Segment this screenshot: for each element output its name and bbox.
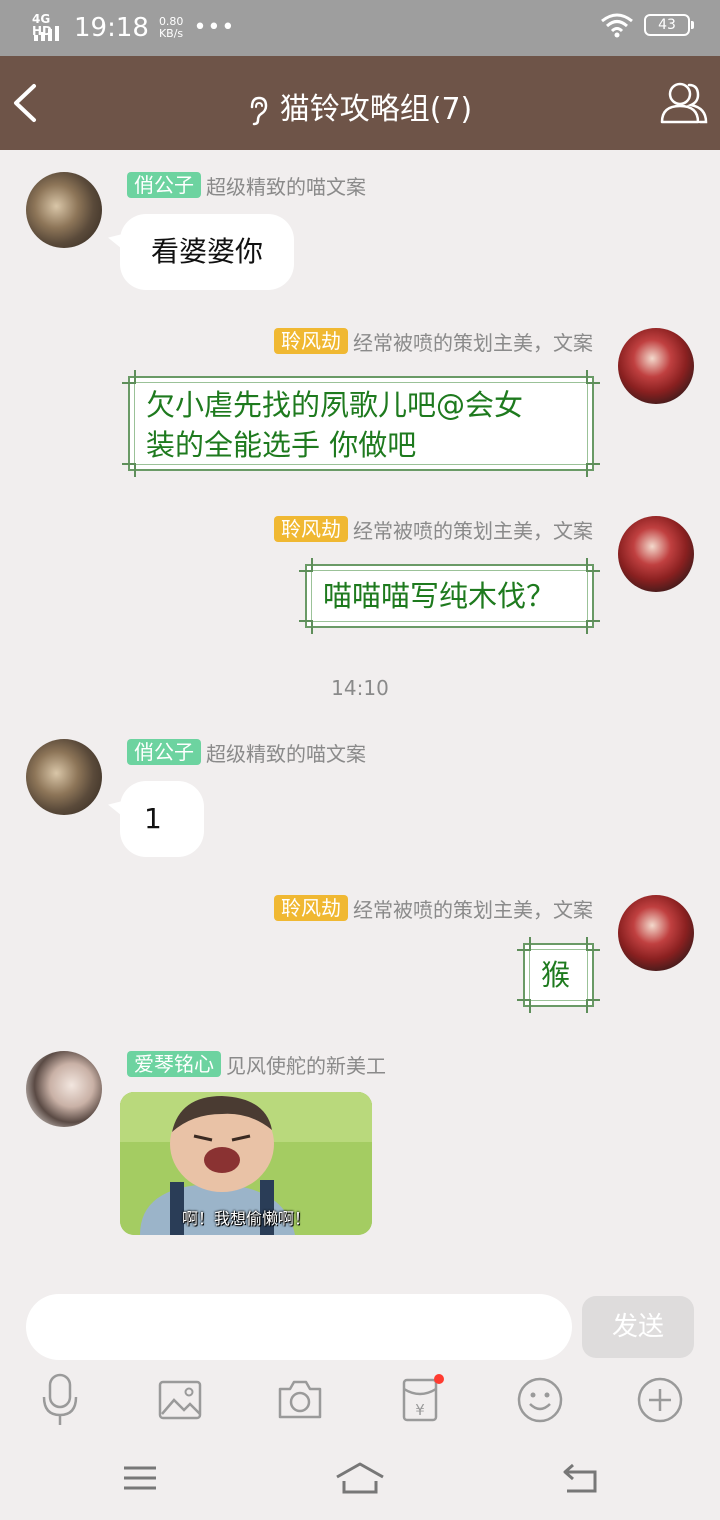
- sender-name-badge: 俏公子: [127, 739, 201, 765]
- voice-button[interactable]: [32, 1372, 88, 1428]
- chat-header: 猫铃攻略组(7): [0, 56, 720, 150]
- time-separator: 14:10: [331, 676, 389, 700]
- input-toolbar: ¥: [0, 1372, 720, 1428]
- sender-title: 经常被喷的策划主美，文案: [353, 518, 593, 543]
- camera-button[interactable]: [272, 1372, 328, 1428]
- group-members-icon: [660, 82, 708, 124]
- battery-icon: 43: [644, 14, 694, 36]
- ear-icon: [250, 96, 268, 125]
- group-members-button[interactable]: [656, 76, 712, 132]
- nav-back-button[interactable]: [550, 1458, 610, 1498]
- sender-name-badge: 俏公子: [127, 172, 201, 198]
- sender-info: 俏公子 超级精致的喵文案: [127, 172, 366, 199]
- sender-name-badge: 爱琴铭心: [127, 1051, 221, 1077]
- wifi-icon: [601, 13, 633, 38]
- message-bubble[interactable]: 1: [120, 781, 204, 857]
- avatar[interactable]: [26, 739, 102, 815]
- sender-title: 经常被喷的策划主美，文案: [353, 330, 593, 355]
- home-icon: [336, 1462, 384, 1494]
- sender-info: 聆风劫 经常被喷的策划主美，文案: [274, 328, 593, 355]
- more-notifications-icon: •••: [193, 15, 236, 40]
- message-text: 1: [144, 802, 162, 835]
- svg-text:¥: ¥: [415, 1401, 425, 1419]
- message-text: 看婆婆你: [150, 235, 263, 268]
- emoji-icon: [517, 1377, 563, 1423]
- sender-info: 聆风劫 经常被喷的策划主美，文案: [274, 516, 593, 543]
- image-caption: 啊！我想偷懒啊！: [181, 1209, 310, 1228]
- cellular-signal-icon: 4G HD: [32, 13, 68, 43]
- red-packet-icon: ¥: [402, 1378, 438, 1422]
- message-text: 欠小虐先找的夙歌儿吧@会女: [146, 388, 524, 422]
- sender-info: 聆风劫 经常被喷的策划主美，文案: [274, 895, 593, 922]
- chat-title-text: 猫铃攻略组(7): [279, 92, 473, 127]
- avatar[interactable]: [618, 516, 694, 592]
- sender-name-badge: 聆风劫: [274, 895, 348, 921]
- image-button[interactable]: [152, 1372, 208, 1428]
- home-button[interactable]: [330, 1458, 390, 1498]
- red-packet-button[interactable]: ¥: [392, 1372, 448, 1428]
- microphone-icon: [42, 1373, 78, 1425]
- message-bubble[interactable]: 猴: [517, 937, 600, 1013]
- camera-icon: [278, 1380, 322, 1419]
- chat-title: 猫铃攻略组(7): [0, 84, 720, 128]
- status-time: 19:18: [74, 13, 149, 43]
- sender-name-badge: 聆风劫: [274, 516, 348, 542]
- image-message[interactable]: 啊！我想偷懒啊！: [120, 1092, 372, 1235]
- message-bubble[interactable]: 看婆婆你: [120, 214, 294, 290]
- avatar[interactable]: [618, 895, 694, 971]
- emoji-button[interactable]: [512, 1372, 568, 1428]
- avatar[interactable]: [26, 172, 102, 248]
- avatar[interactable]: [618, 328, 694, 404]
- message-text: 喵喵喵写纯木伐？: [323, 579, 556, 613]
- message-input[interactable]: [26, 1294, 572, 1360]
- network-speed: 0.80 KB/s: [158, 15, 184, 40]
- avatar[interactable]: [26, 1051, 102, 1127]
- sender-name-badge: 聆风劫: [274, 328, 348, 354]
- message-text: 装的全能选手 你做吧: [146, 428, 417, 462]
- sender-info: 俏公子 超级精致的喵文案: [127, 739, 366, 766]
- sender-title: 超级精致的喵文案: [206, 741, 366, 766]
- menu-icon: [124, 1466, 156, 1490]
- more-button[interactable]: [632, 1372, 688, 1428]
- message-bubble[interactable]: 欠小虐先找的夙歌儿吧@会女 装的全能选手 你做吧: [122, 370, 600, 477]
- plus-icon: [637, 1377, 683, 1423]
- message-text: 猴: [541, 958, 571, 992]
- image-icon: [158, 1380, 202, 1420]
- notification-dot: [434, 1374, 444, 1384]
- back-icon: [563, 1463, 597, 1493]
- menu-button[interactable]: [110, 1458, 170, 1498]
- status-bar: 4G HD 19:18 0.80 KB/s ••• 43: [0, 0, 720, 56]
- sender-info: 爱琴铭心 见风使舵的新美工: [127, 1051, 386, 1078]
- system-nav-bar: [0, 1448, 720, 1508]
- sender-title: 见风使舵的新美工: [226, 1053, 386, 1078]
- sender-title: 超级精致的喵文案: [206, 174, 366, 199]
- message-bubble[interactable]: 喵喵喵写纯木伐？: [299, 558, 600, 634]
- send-button[interactable]: 发送: [582, 1296, 694, 1358]
- sender-title: 经常被喷的策划主美，文案: [353, 897, 593, 922]
